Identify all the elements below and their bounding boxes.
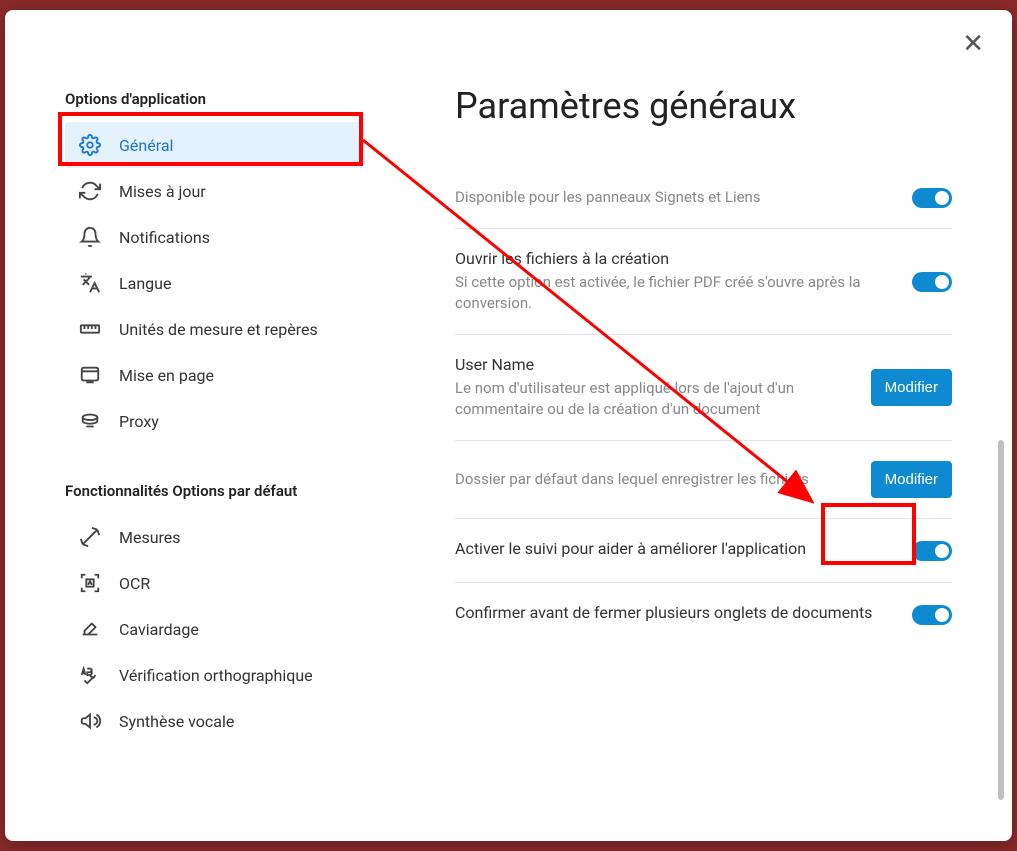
sidebar-item-label: Caviardage [119, 620, 199, 639]
sidebar-item-proxy[interactable]: Proxy [65, 398, 365, 444]
scrollbar[interactable] [998, 440, 1004, 800]
toggle-confirm-close[interactable] [912, 605, 952, 625]
edit-folder-button[interactable]: Modifier [871, 461, 952, 498]
setting-title: User Name [455, 355, 851, 374]
sidebar-item-tts[interactable]: Synthèse vocale [65, 698, 365, 744]
setting-confirm-close: Confirmer avant de fermer plusieurs ongl… [455, 583, 952, 646]
sidebar-item-label: Mises à jour [119, 182, 206, 201]
redaction-icon [79, 618, 101, 640]
layout-icon [79, 364, 101, 386]
gear-icon [79, 134, 101, 156]
sidebar-section-features: Fonctionnalités Options par défaut [65, 482, 395, 500]
bell-icon [79, 226, 101, 248]
sidebar: Options d'application Général Mises à jo… [5, 30, 395, 841]
measure-icon [79, 526, 101, 548]
toggle-tracking[interactable] [912, 541, 952, 561]
sidebar-item-label: Langue [119, 274, 171, 293]
sidebar-item-spellcheck[interactable]: Vérification orthographique [65, 652, 365, 698]
sync-icon [79, 180, 101, 202]
edit-username-button[interactable]: Modifier [871, 369, 952, 406]
settings-panel: Paramètres généraux Disponible pour les … [395, 30, 1012, 841]
sidebar-item-notifications[interactable]: Notifications [65, 214, 365, 260]
ruler-icon [79, 318, 101, 340]
setting-default-folder: Dossier par défaut dans lequel enregistr… [455, 441, 952, 519]
sidebar-item-units[interactable]: Unités de mesure et repères [65, 306, 365, 352]
sidebar-item-label: Unités de mesure et repères [119, 320, 318, 339]
setting-desc: Disponible pour les panneaux Signets et … [455, 187, 892, 208]
sidebar-item-language[interactable]: Langue [65, 260, 365, 306]
setting-open-on-create: Ouvrir les fichiers à la création Si cet… [455, 229, 952, 335]
setting-title: Activer le suivi pour aider à améliorer … [455, 539, 892, 558]
megaphone-icon [79, 710, 101, 732]
setting-bookmarks-links: Disponible pour les panneaux Signets et … [455, 167, 952, 229]
setting-desc: Si cette option est activée, le fichier … [455, 272, 892, 314]
sidebar-item-general[interactable]: Général [65, 122, 365, 168]
page-title: Paramètres généraux [455, 85, 952, 127]
sidebar-item-label: Vérification orthographique [119, 666, 313, 685]
sidebar-item-ocr[interactable]: OCR [65, 560, 365, 606]
sidebar-item-label: Synthèse vocale [119, 712, 234, 731]
sidebar-item-measures[interactable]: Mesures [65, 514, 365, 560]
sidebar-item-label: Notifications [119, 228, 210, 247]
sidebar-item-label: Mesures [119, 528, 181, 547]
sidebar-item-updates[interactable]: Mises à jour [65, 168, 365, 214]
proxy-icon [79, 410, 101, 432]
translate-icon [79, 272, 101, 294]
setting-title: Confirmer avant de fermer plusieurs ongl… [455, 603, 892, 622]
toggle-open-on-create[interactable] [912, 272, 952, 292]
sidebar-item-label: Mise en page [119, 366, 214, 385]
sidebar-item-label: Proxy [119, 412, 159, 431]
setting-title: Ouvrir les fichiers à la création [455, 249, 892, 268]
sidebar-item-redaction[interactable]: Caviardage [65, 606, 365, 652]
sidebar-item-label: OCR [119, 574, 150, 593]
settings-modal: ✕ Options d'application Général Mises à … [5, 10, 1012, 841]
spellcheck-icon [79, 664, 101, 686]
sidebar-item-label: Général [119, 136, 173, 155]
setting-username: User Name Le nom d'utilisateur est appli… [455, 335, 952, 441]
sidebar-section-app: Options d'application [65, 90, 395, 108]
toggle-bookmarks-links[interactable] [912, 188, 952, 208]
setting-desc: Le nom d'utilisateur est appliqué lors d… [455, 378, 851, 420]
setting-tracking: Activer le suivi pour aider à améliorer … [455, 519, 952, 583]
sidebar-item-layout[interactable]: Mise en page [65, 352, 365, 398]
setting-desc: Dossier par défaut dans lequel enregistr… [455, 469, 851, 490]
ocr-icon [79, 572, 101, 594]
